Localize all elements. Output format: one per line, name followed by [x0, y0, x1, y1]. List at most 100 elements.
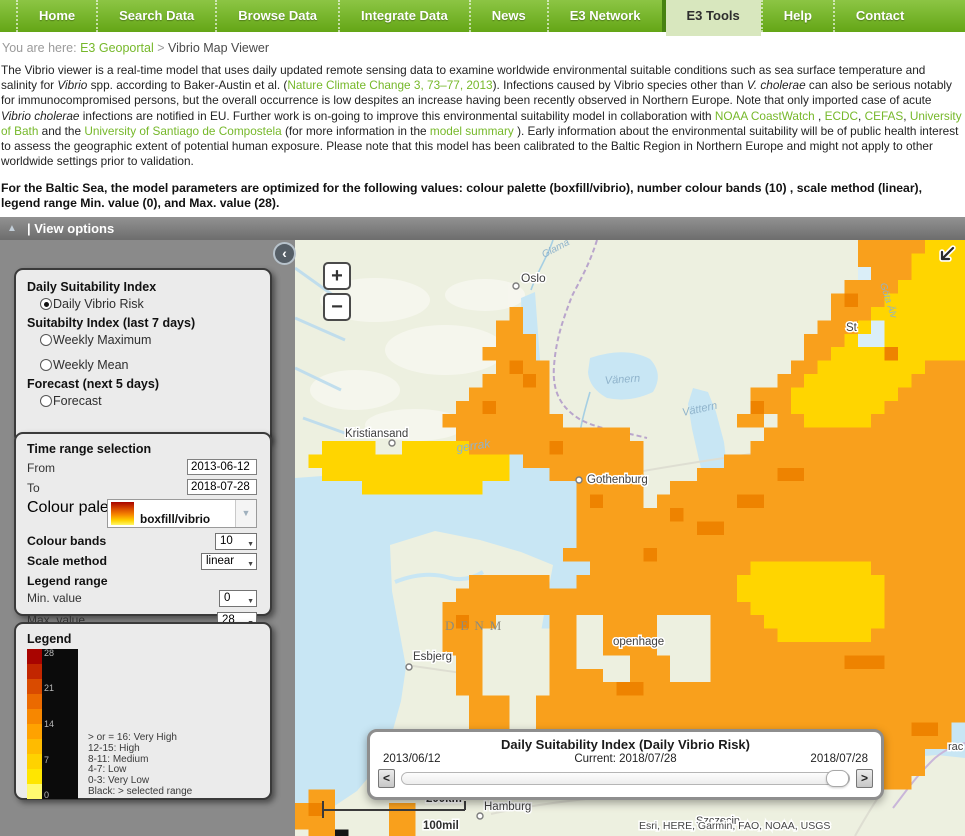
city-marker-hamburg	[477, 813, 483, 819]
radio-option-weekly-mean[interactable]: Weekly Mean	[40, 358, 259, 372]
legend-range-label: Legend range	[27, 574, 108, 588]
radio-button-icon[interactable]	[40, 359, 52, 371]
min-value-label: Min. value	[27, 591, 82, 605]
chevron-down-icon[interactable]: ▼	[235, 500, 256, 527]
breadcrumb: You are here: E3 Geoportal > Vibrio Map …	[0, 32, 965, 61]
intro-text: and the	[38, 124, 84, 138]
intro-link-university-of-santiago-de-comp[interactable]: University of Santiago de Compostela	[84, 124, 281, 138]
options-sidebar: Daily Suitability Index Daily Vibrio Risk…	[0, 240, 295, 836]
city-label-openhage: openhage	[613, 636, 664, 648]
nav-item-integrate-data[interactable]: Integrate Data	[338, 0, 469, 32]
group-heading-daily-suitability-index: Daily Suitability Index	[27, 280, 259, 294]
legend-title: Legend	[27, 632, 259, 646]
time-slider-panel: Daily Suitability Index (Daily Vibrio Ri…	[367, 729, 884, 800]
layer-options-panel: Daily Suitability Index Daily Vibrio Risk…	[14, 268, 272, 444]
group-heading-forecast-next-5-days: Forecast (next 5 days)	[27, 377, 259, 391]
intro-link-model-summary[interactable]: model summary	[430, 124, 514, 138]
to-label: To	[27, 481, 40, 495]
legend-tick: 28	[44, 648, 54, 658]
intro-paragraph: The Vibrio viewer is a real-time model t…	[0, 61, 965, 169]
legend-colorbar: 28211470	[27, 649, 78, 799]
legend-tick: 14	[44, 719, 54, 729]
intro-link-cefas[interactable]: CEFAS	[865, 109, 904, 123]
zoom-out-button[interactable]: −	[323, 293, 351, 321]
scale-method-select[interactable]: linear	[201, 553, 257, 570]
time-next-button[interactable]: >	[856, 769, 873, 788]
page: HomeSearch DataBrowse DataIntegrate Data…	[0, 0, 965, 836]
zoom-in-button[interactable]: +	[323, 262, 351, 290]
city-marker-oslo	[513, 283, 519, 289]
breadcrumb-current: Vibrio Map Viewer	[168, 41, 269, 55]
intro-species-name: V. cholerae	[747, 78, 806, 92]
nav-item-e3-network[interactable]: E3 Network	[547, 0, 662, 32]
breadcrumb-separator: >	[157, 41, 164, 55]
nav-item-help[interactable]: Help	[761, 0, 833, 32]
palette-value: boxfill/vibrio	[140, 512, 235, 526]
model-params-paragraph: For the Baltic Sea, the model parameters…	[0, 169, 965, 211]
colour-bands-select[interactable]: 10	[215, 533, 257, 550]
radio-button-icon[interactable]	[40, 334, 52, 346]
intro-link-ecdc[interactable]: ECDC	[825, 109, 858, 123]
radio-option-weekly-maximum[interactable]: Weekly Maximum	[40, 333, 259, 347]
from-date-input[interactable]	[187, 459, 257, 475]
city-label-hamburg: Hamburg	[484, 801, 531, 813]
collapse-up-icon[interactable]: ▲	[7, 217, 17, 240]
nav-item-e3-tools[interactable]: E3 Tools	[662, 0, 761, 32]
time-prev-button[interactable]: <	[378, 769, 395, 788]
time-current-label: Current: 2018/07/28	[574, 753, 676, 765]
radio-label: Weekly Mean	[53, 358, 129, 372]
legend-tick: 0	[44, 790, 49, 800]
legend-key-line: 12-15: High	[88, 744, 192, 755]
breadcrumb-prefix: You are here:	[2, 41, 77, 55]
zoom-controls: + −	[323, 262, 351, 324]
legend-tick: 7	[44, 755, 49, 765]
view-options-title: | View options	[27, 221, 114, 236]
colour-palette-dropdown[interactable]: boxfill/vibrio ▼	[107, 499, 257, 528]
intro-link-noaa-coastwatch[interactable]: NOAA CoastWatch	[715, 109, 815, 123]
intro-text: infections are notified in EU. Further w…	[79, 109, 714, 123]
radio-label: Daily Vibrio Risk	[53, 297, 144, 311]
radio-option-daily-vibrio-risk[interactable]: Daily Vibrio Risk	[40, 297, 259, 311]
intro-text: (for more information in the	[282, 124, 430, 138]
colour-bands-label: Colour bands	[27, 534, 106, 548]
nav-item-news[interactable]: News	[469, 0, 547, 32]
top-nav: HomeSearch DataBrowse DataIntegrate Data…	[0, 0, 965, 32]
nav-item-search-data[interactable]: Search Data	[96, 0, 215, 32]
intro-species-name: Vibrio	[57, 78, 87, 92]
time-range-panel: Time range selection From To Colour pale…	[14, 432, 272, 616]
nav-item-contact[interactable]: Contact	[833, 0, 925, 32]
time-slider-track[interactable]	[401, 772, 850, 785]
intro-species-name: Vibrio cholerae	[1, 109, 79, 123]
radio-button-icon[interactable]	[40, 395, 52, 407]
scale-mi-label: 100mil	[423, 820, 459, 832]
map-viewport[interactable]: GlamaVänernVätterngerrakGöta ÄlvDENMOslo…	[295, 240, 965, 836]
radio-button-icon[interactable]	[40, 298, 52, 310]
breadcrumb-link-geoportal[interactable]: E3 Geoportal	[80, 41, 154, 55]
radio-label: Weekly Maximum	[53, 333, 151, 347]
sidebar-collapse-button[interactable]: ‹	[273, 242, 296, 265]
scale-method-label: Scale method	[27, 554, 107, 568]
main-area: Daily Suitability Index Daily Vibrio Risk…	[0, 240, 965, 836]
map-attribution: Esri, HERE, Garmin, FAO, NOAA, USGS	[639, 820, 830, 832]
city-label-esbjerg: Esbjerg	[413, 651, 452, 663]
city-label-oslo: Oslo	[521, 271, 546, 285]
city-label-gothenburg: Gothenburg	[587, 474, 648, 486]
time-slider-handle[interactable]	[826, 770, 849, 787]
nav-item-browse-data[interactable]: Browse Data	[215, 0, 338, 32]
city-marker-esbjerg	[406, 664, 412, 670]
legend-key-line: Black: > selected range	[88, 787, 192, 798]
city-marker-gothenburg	[576, 477, 582, 483]
min-value-select[interactable]: 0	[219, 590, 257, 607]
city-marker-kristiansand	[389, 440, 395, 446]
time-end-label: 2018/07/28	[810, 753, 868, 765]
view-options-bar[interactable]: ▲ | View options	[0, 217, 965, 240]
to-date-input[interactable]	[187, 479, 257, 495]
intro-text: ). Infections caused by Vibrio species o…	[493, 78, 747, 92]
time-range-title: Time range selection	[27, 442, 259, 456]
collapse-map-arrow-icon[interactable]	[934, 243, 958, 267]
nav-item-home[interactable]: Home	[16, 0, 96, 32]
radio-option-forecast[interactable]: Forecast	[40, 394, 259, 408]
city-label-rac: rac	[948, 741, 964, 753]
legend-panel: Legend 28211470 > or = 16: Very High12-1…	[14, 622, 272, 800]
intro-link-nature-climate-change-3-73-77-[interactable]: Nature Climate Change 3, 73–77, 2013	[287, 78, 492, 92]
